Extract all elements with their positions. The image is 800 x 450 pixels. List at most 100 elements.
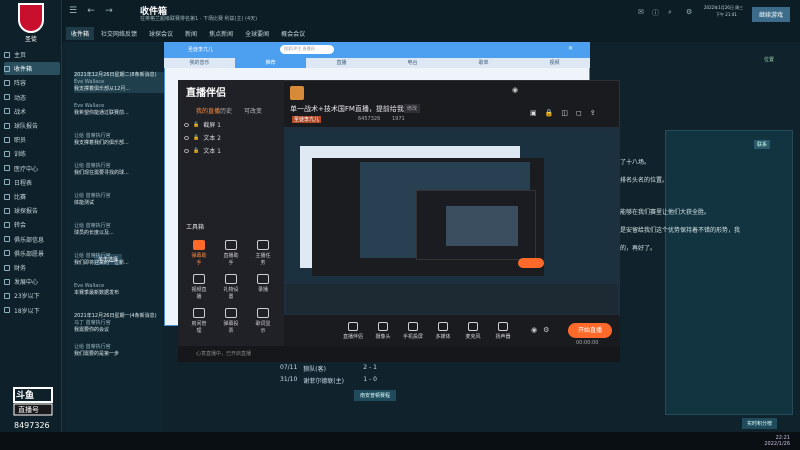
sidebar-item[interactable]: 训练: [4, 147, 60, 160]
fm-tab[interactable]: 焦点新闻: [204, 27, 238, 40]
start-live-button[interactable]: 开始直播: [568, 323, 612, 338]
fm-tab[interactable]: 收件箱: [66, 27, 95, 40]
sidebar-item-icon: [4, 307, 10, 314]
tool-item[interactable]: 录播: [254, 274, 272, 293]
inbox-message[interactable]: 让给 首席执行官 我们现在需要寻找的球...: [74, 163, 164, 177]
sidebar-item[interactable]: 战术: [4, 105, 60, 118]
bottom-tool[interactable]: 多媒体: [432, 322, 454, 340]
sidebar-item[interactable]: 俱乐部信息: [4, 233, 60, 246]
sidebar-item-label: 训练: [14, 151, 27, 159]
sidebar-item[interactable]: 职员: [4, 133, 60, 146]
inbox-message[interactable]: Eve Wallace 本赛季最新数据发布: [74, 283, 164, 297]
lock-icon[interactable]: 🔓: [193, 148, 199, 154]
inbox-message[interactable]: 让给 首席执行官 我们需要的是第一步: [74, 344, 164, 358]
sidebar-item[interactable]: 阵容: [4, 76, 60, 89]
lock-icon[interactable]: 🔓: [193, 135, 199, 141]
sidebar-item[interactable]: 医疗中心: [4, 162, 60, 175]
music-tab[interactable]: 电台: [377, 58, 448, 68]
lock-icon[interactable]: 🔓: [193, 122, 199, 128]
live-table-button[interactable]: 实时积分榜: [742, 418, 778, 429]
forward-icon[interactable]: →: [104, 6, 114, 16]
eye-icon[interactable]: [184, 135, 189, 140]
scene-item[interactable]: 🔓 截屏 1: [184, 120, 221, 129]
continue-button[interactable]: 继续游戏: [751, 7, 790, 22]
eye-icon[interactable]: [184, 148, 189, 153]
inbox-message[interactable]: 让给 首席执行官 我们即将迎来的一位新...: [74, 253, 164, 267]
contact-badge[interactable]: 联系: [754, 140, 771, 149]
info-icon[interactable]: ⓘ: [652, 8, 659, 18]
music-tab[interactable]: 直播: [306, 58, 377, 68]
tool-item[interactable]: 主播任务: [254, 240, 272, 266]
inbox-message[interactable]: 让给 首席执行官 球员的长度以及...: [74, 223, 164, 237]
fm-tab[interactable]: 全球要闻: [240, 27, 274, 40]
bottom-tool[interactable]: 麦克风: [462, 322, 484, 340]
inbox-date-header: 2021年12月26日星期二(8条新消息): [74, 72, 157, 78]
sidebar-item[interactable]: 转会: [4, 218, 60, 231]
inbox-message[interactable]: 2021年12月26日星期二(8条新消息) Eve Wallace 我支撑着俱乐部从…: [74, 72, 164, 93]
message-title: 我们现在需要寻找的球...: [74, 170, 129, 176]
bottom-tool[interactable]: 摄像头: [372, 322, 394, 340]
fixture-score: 1 - 0: [363, 376, 377, 383]
tool-item[interactable]: 房间管理: [190, 308, 208, 334]
search-icon[interactable]: ⌕: [668, 8, 672, 17]
sidebar-item-icon: [4, 278, 10, 285]
mail-icon[interactable]: ✉: [638, 8, 644, 16]
edit-title-button[interactable]: 修改: [404, 104, 421, 113]
fixture-row[interactable]: 31/10 谢菲尔德联(主) 1 - 0: [280, 376, 402, 385]
music-tab[interactable]: 歌单: [448, 58, 519, 68]
companion-tab[interactable]: 我的直播: [196, 106, 220, 115]
bottom-tool[interactable]: 直播伴侣: [342, 322, 364, 340]
tool-item[interactable]: 弹幕助手: [190, 240, 208, 266]
sidebar-item-label: 18岁以下: [14, 307, 40, 315]
gear-icon[interactable]: ⚙: [686, 8, 692, 16]
scene-item[interactable]: 🔓 文本 1: [184, 146, 221, 155]
tool-item[interactable]: 直播助手: [222, 240, 240, 266]
message-sender: Eve Wallace: [74, 79, 105, 85]
sidebar-item[interactable]: 18岁以下: [4, 304, 60, 317]
message-sender: 马丁 首席执行官: [74, 320, 111, 326]
music-tab[interactable]: 推荐: [235, 58, 306, 68]
sidebar-item[interactable]: 球探报告: [4, 204, 60, 217]
companion-tab[interactable]: 可改变: [244, 106, 262, 115]
sidebar-item[interactable]: 发展中心: [4, 275, 60, 288]
sidebar-item[interactable]: 俱乐部愿景: [4, 247, 60, 260]
music-close-icon[interactable]: ✕: [568, 45, 573, 52]
fm-tab[interactable]: 概会会议: [276, 27, 310, 40]
tool-item[interactable]: 礼物设置: [222, 274, 240, 300]
music-tab[interactable]: 视频: [519, 58, 590, 68]
music-tab[interactable]: 我的音乐: [164, 58, 235, 68]
fm-tab[interactable]: 新闻: [180, 27, 202, 40]
fixture-row[interactable]: 07/11 狼队(客) 2 - 1: [280, 364, 402, 373]
fixtures-button[interactable]: 南安普顿赛程: [354, 390, 397, 401]
menu-icon[interactable]: ☰: [68, 6, 78, 16]
avatar[interactable]: ◉: [512, 86, 518, 94]
inbox-message[interactable]: Eve Wallace 我希望你能通过联赛前...: [74, 103, 164, 117]
bottom-tool[interactable]: 手机投屏: [402, 322, 424, 340]
sidebar-item[interactable]: 主页: [4, 48, 60, 61]
back-icon[interactable]: ←: [86, 6, 96, 16]
sidebar-item[interactable]: 日程表: [4, 176, 60, 189]
bottom-tool[interactable]: 扬声器: [492, 322, 514, 340]
sidebar-item[interactable]: 收件箱: [4, 62, 60, 76]
fm-tab[interactable]: 社交网络反馈: [96, 27, 142, 40]
inbox-message[interactable]: 2021年12月26日星期一(4条新消息) 马丁 首席执行官 我需要你的会议: [74, 313, 164, 334]
sidebar-item[interactable]: 23岁以下: [4, 289, 60, 302]
tool-item[interactable]: 弹幕投票: [222, 308, 240, 334]
eye-icon[interactable]: [184, 122, 189, 127]
fm-tab[interactable]: 球探会议: [144, 27, 178, 40]
preview-controls[interactable]: ◉⚙: [531, 326, 555, 334]
tool-item[interactable]: 歌词显示: [254, 308, 272, 334]
sidebar-item-icon: [4, 236, 10, 243]
sidebar-item[interactable]: 球队报告: [4, 119, 60, 132]
sidebar-item[interactable]: 财务: [4, 261, 60, 274]
inbox-message[interactable]: 让给 首席执行官 体能测试: [74, 193, 164, 207]
tool-item[interactable]: 视频直播: [190, 274, 208, 300]
music-search-input[interactable]: 搜索UP主 直播间: [280, 45, 334, 54]
sidebar-item[interactable]: 比赛: [4, 190, 60, 203]
scene-item[interactable]: 🔓 文本 2: [184, 133, 221, 142]
companion-toolbar[interactable]: ▣🔒◫◻⇪: [530, 109, 604, 117]
inbox-message[interactable]: 让给 首席执行官 我支撑着我们的俱乐部...: [74, 133, 164, 147]
sidebar-item[interactable]: 动态: [4, 91, 60, 104]
music-window-titlebar: [164, 42, 590, 58]
companion-tab[interactable]: 历史: [220, 106, 232, 115]
